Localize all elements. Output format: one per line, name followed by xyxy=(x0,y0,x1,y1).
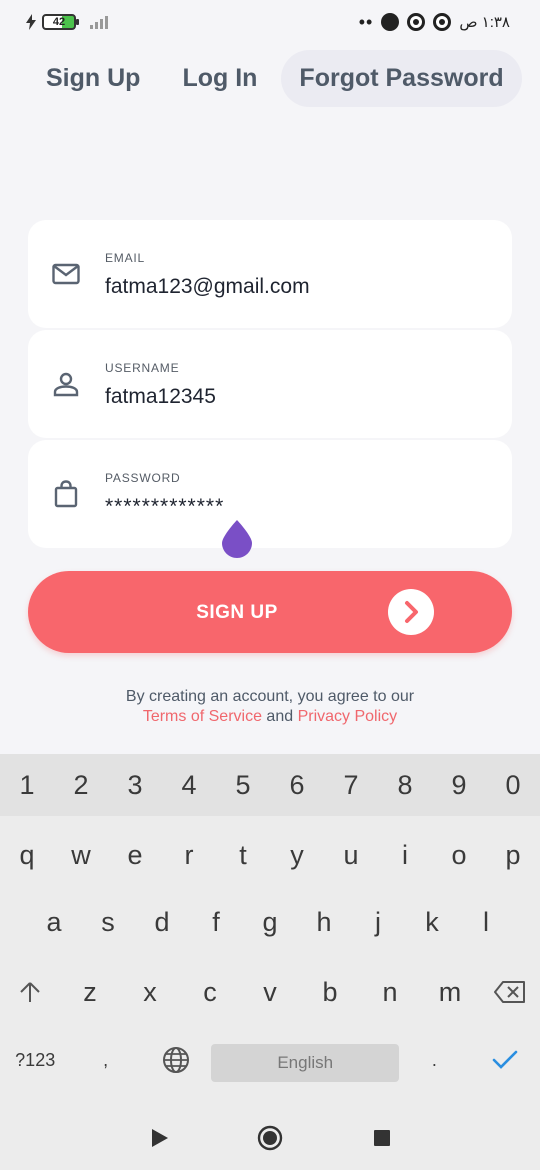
key-9[interactable]: 9 xyxy=(432,754,486,816)
key-i[interactable]: i xyxy=(378,822,432,888)
system-nav-bar xyxy=(0,1106,540,1170)
keyboard-row-3: z x c v b n m xyxy=(0,959,540,1025)
terms-and: and xyxy=(266,708,294,725)
keyboard-number-row: 1 2 3 4 5 6 7 8 9 0 xyxy=(0,754,540,816)
backspace-key[interactable] xyxy=(480,959,540,1025)
terms-text: By creating an account, you agree to our… xyxy=(0,687,540,727)
key-7[interactable]: 7 xyxy=(324,754,378,816)
key-8[interactable]: 8 xyxy=(378,754,432,816)
arrow-right-icon xyxy=(388,589,434,635)
auth-tabs: Sign Up Log In Forgot Password xyxy=(28,50,522,107)
password-label: PASSWORD xyxy=(105,471,181,485)
status-bar: 42 •• ١:٣٨ ص xyxy=(0,0,540,48)
text-cursor-handle[interactable] xyxy=(221,520,253,558)
more-notifications-icon: •• xyxy=(358,12,374,32)
battery-level: 42 xyxy=(52,16,66,28)
key-f[interactable]: f xyxy=(189,889,243,955)
key-0[interactable]: 0 xyxy=(486,754,540,816)
key-b[interactable]: b xyxy=(300,959,360,1025)
app-notification-icon xyxy=(381,13,400,31)
key-m[interactable]: m xyxy=(420,959,480,1025)
key-d[interactable]: d xyxy=(135,889,189,955)
tab-log-in[interactable]: Log In xyxy=(164,50,275,107)
key-c[interactable]: c xyxy=(180,959,240,1025)
signal-icon xyxy=(90,15,108,29)
key-1[interactable]: 1 xyxy=(0,754,54,816)
recents-icon[interactable] xyxy=(373,1129,391,1147)
key-z[interactable]: z xyxy=(60,959,120,1025)
charging-icon xyxy=(26,14,36,30)
key-y[interactable]: y xyxy=(270,822,324,888)
bag-icon xyxy=(54,480,78,508)
key-p[interactable]: p xyxy=(486,822,540,888)
key-l[interactable]: l xyxy=(459,889,513,955)
tab-forgot-password[interactable]: Forgot Password xyxy=(281,50,522,107)
language-key[interactable] xyxy=(141,1027,211,1093)
key-o[interactable]: o xyxy=(432,822,486,888)
battery-icon: 42 xyxy=(42,14,79,30)
soft-keyboard: 1 2 3 4 5 6 7 8 9 0 q w e r t y u i o p … xyxy=(0,754,540,1106)
key-x[interactable]: x xyxy=(120,959,180,1025)
key-j[interactable]: j xyxy=(351,889,405,955)
key-4[interactable]: 4 xyxy=(162,754,216,816)
email-input[interactable]: fatma123@gmail.com xyxy=(105,275,310,299)
keyboard-row-4: ?123 , English . xyxy=(0,1027,540,1093)
key-e[interactable]: e xyxy=(108,822,162,888)
shift-key[interactable] xyxy=(0,959,60,1025)
sign-up-button[interactable]: SIGN UP xyxy=(28,571,512,653)
terms-prefix: By creating an account, you agree to our xyxy=(125,688,415,705)
keyboard-row-2: a s d f g h j k l xyxy=(0,889,540,955)
key-v[interactable]: v xyxy=(240,959,300,1025)
key-g[interactable]: g xyxy=(243,889,297,955)
symbols-key[interactable]: ?123 xyxy=(0,1027,70,1093)
key-2[interactable]: 2 xyxy=(54,754,108,816)
password-input[interactable]: ************* xyxy=(105,495,224,519)
key-3[interactable]: 3 xyxy=(108,754,162,816)
email-label: EMAIL xyxy=(105,251,146,265)
sign-up-button-label: SIGN UP xyxy=(196,602,278,623)
email-field[interactable]: EMAIL fatma123@gmail.com xyxy=(28,220,512,328)
clock: ١:٣٨ ص xyxy=(459,14,510,31)
key-r[interactable]: r xyxy=(162,822,216,888)
username-input[interactable]: fatma12345 xyxy=(105,385,216,409)
check-icon xyxy=(492,1050,518,1069)
status-right: •• ١:٣٨ ص xyxy=(359,13,510,31)
key-n[interactable]: n xyxy=(360,959,420,1025)
sync-notification-icon xyxy=(407,13,426,31)
keyboard-row-1: q w e r t y u i o p xyxy=(0,822,540,888)
terms-of-service-link[interactable]: Terms of Service xyxy=(143,708,262,725)
key-h[interactable]: h xyxy=(297,889,351,955)
home-icon[interactable] xyxy=(257,1125,283,1151)
space-key[interactable]: English xyxy=(211,1044,400,1082)
key-a[interactable]: a xyxy=(27,889,81,955)
password-field[interactable]: PASSWORD ************* xyxy=(28,440,512,548)
globe-icon xyxy=(163,1047,190,1073)
username-field[interactable]: USERNAME fatma12345 xyxy=(28,330,512,438)
key-s[interactable]: s xyxy=(81,889,135,955)
backspace-icon xyxy=(494,981,525,1003)
shift-arrow-icon xyxy=(20,982,40,1002)
key-t[interactable]: t xyxy=(216,822,270,888)
person-icon xyxy=(53,372,79,397)
key-q[interactable]: q xyxy=(0,822,54,888)
sync-notification-icon-2 xyxy=(433,13,452,31)
enter-key[interactable] xyxy=(470,1027,540,1093)
mail-icon xyxy=(52,263,80,285)
privacy-policy-link[interactable]: Privacy Policy xyxy=(298,708,398,725)
tab-sign-up[interactable]: Sign Up xyxy=(28,50,158,107)
key-w[interactable]: w xyxy=(54,822,108,888)
key-u[interactable]: u xyxy=(324,822,378,888)
period-key[interactable]: . xyxy=(399,1027,469,1093)
key-5[interactable]: 5 xyxy=(216,754,270,816)
key-k[interactable]: k xyxy=(405,889,459,955)
key-6[interactable]: 6 xyxy=(270,754,324,816)
status-left: 42 xyxy=(26,14,108,30)
comma-key[interactable]: , xyxy=(70,1027,140,1093)
username-label: USERNAME xyxy=(105,361,180,375)
back-icon[interactable] xyxy=(150,1128,170,1148)
